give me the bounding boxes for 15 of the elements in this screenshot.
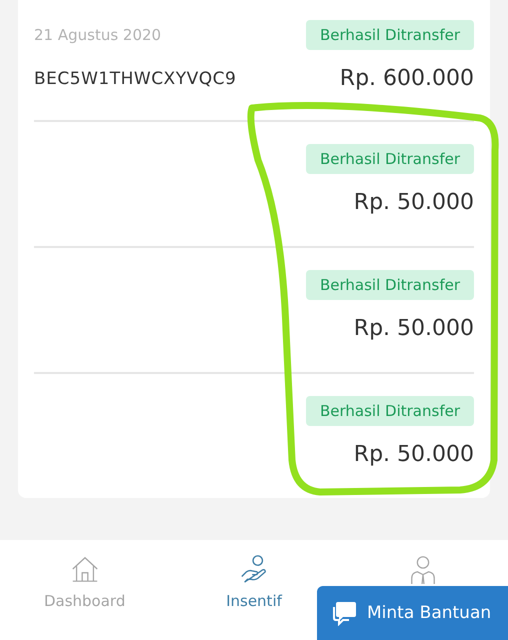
transaction-amount: Rp. 50.000 <box>354 316 474 341</box>
transaction-amount: Rp. 50.000 <box>354 442 474 467</box>
help-button[interactable]: Minta Bantuan <box>317 586 508 640</box>
house-icon <box>70 554 100 584</box>
status-badge: Berhasil Ditransfer <box>306 396 474 426</box>
transaction-code: BEC5W1THWCXYVQC9 <box>34 68 236 88</box>
nav-tab[interactable]: Dashboard <box>44 540 126 610</box>
hand-coin-icon <box>238 554 269 584</box>
transaction-amount: Rp. 50.000 <box>354 190 474 215</box>
status-badge: Berhasil Ditransfer <box>306 144 474 174</box>
status-badge: Berhasil Ditransfer <box>306 20 474 50</box>
transaction-amount: Rp. 600.000 <box>340 66 474 91</box>
nav-tab[interactable]: Insentif <box>226 540 282 610</box>
transaction-date: 21 Agustus 2020 <box>34 26 162 44</box>
status-badge: Berhasil Ditransfer <box>306 270 474 300</box>
